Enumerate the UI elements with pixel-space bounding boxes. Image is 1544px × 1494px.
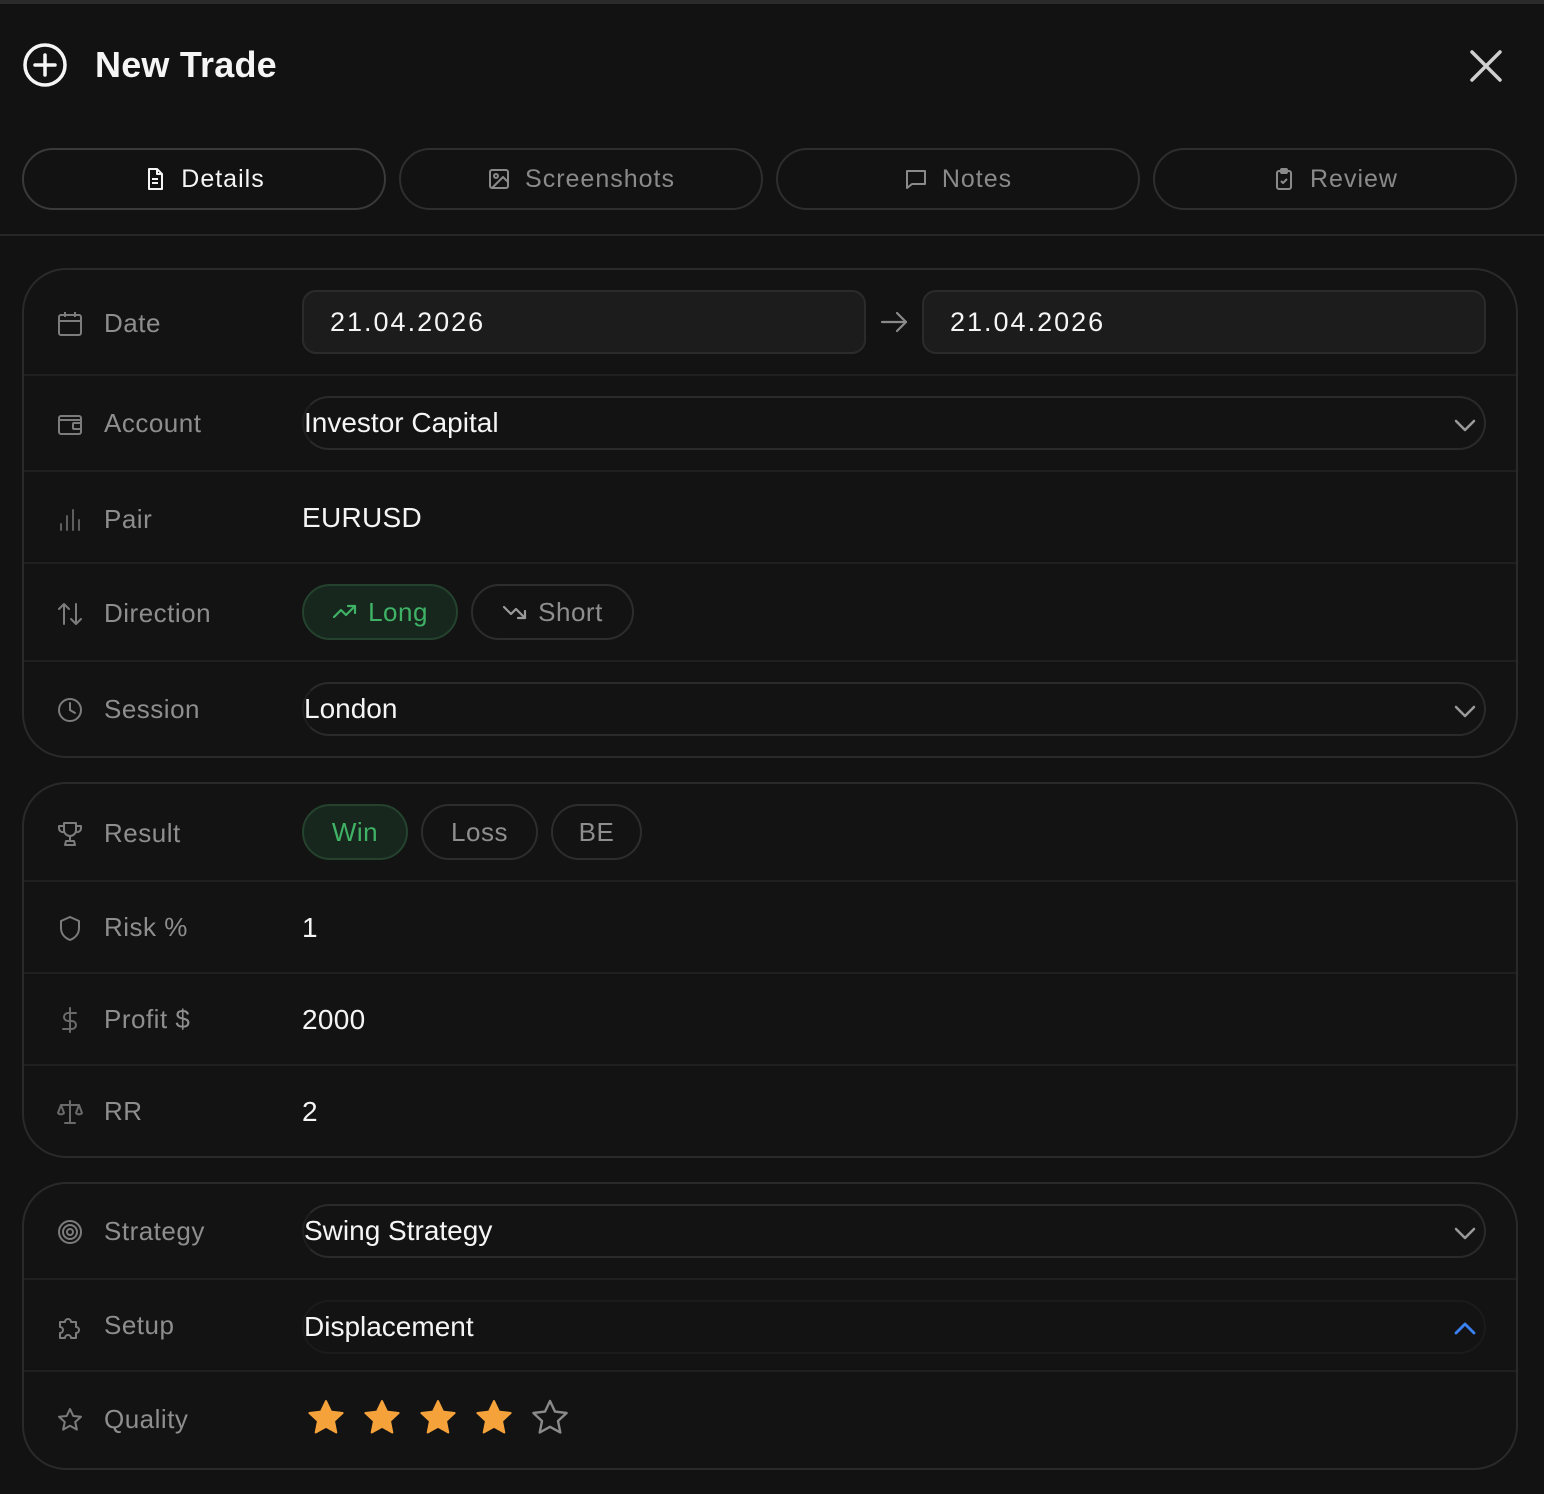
puzzle-icon (59, 1317, 80, 1339)
date-start-input[interactable]: 21.04.2026 (302, 290, 866, 354)
row-risk: Risk % 1 (24, 882, 1516, 974)
trending-down-icon (503, 605, 527, 620)
pair-label: Pair (56, 504, 152, 535)
shield-icon (60, 915, 80, 941)
session-select[interactable]: London (302, 682, 1486, 736)
tab-screenshots[interactable]: Screenshots (399, 148, 763, 210)
direction-short-button[interactable]: Short (471, 584, 634, 640)
session-label: Session (56, 694, 200, 725)
row-setup: Setup Displacement (24, 1280, 1516, 1372)
image-icon (489, 169, 510, 189)
rr-label: RR (56, 1096, 143, 1127)
chevron-down-icon (1454, 419, 1476, 432)
row-pair: Pair EURUSD (24, 472, 1516, 564)
arrows-up-down-icon (58, 602, 82, 625)
setup-label: Setup (56, 1310, 174, 1341)
tab-review[interactable]: Review (1153, 148, 1517, 210)
profit-label: Profit $ (56, 1004, 190, 1035)
bar-chart-icon (60, 508, 80, 531)
chevron-up-icon (1454, 1322, 1476, 1335)
calendar-icon (58, 311, 82, 336)
rr-input[interactable]: 2 (302, 1096, 318, 1128)
clock-icon (58, 697, 82, 722)
trending-up-icon (332, 604, 357, 619)
tab-notes[interactable]: Notes (776, 148, 1140, 210)
risk-input[interactable]: 1 (302, 912, 318, 944)
account-value: Investor Capital (304, 407, 499, 438)
quality-label: Quality (56, 1404, 188, 1435)
star-outline-icon (58, 1407, 82, 1431)
header-divider (0, 234, 1544, 236)
target-icon (58, 1219, 82, 1244)
row-account: Account Investor Capital (24, 376, 1516, 472)
tab-label: Screenshots (525, 164, 675, 193)
result-label: Result (56, 818, 181, 849)
card-trade-strategy: Strategy Swing Strategy Setup Displaceme… (22, 1182, 1518, 1470)
chevron-down-icon (1454, 705, 1476, 718)
account-select[interactable]: Investor Capital (302, 396, 1486, 450)
direction-label: Direction (56, 598, 211, 629)
tab-bar: Details Screenshots Notes Review (22, 148, 1518, 210)
strategy-value: Swing Strategy (304, 1215, 493, 1246)
session-value: London (304, 693, 398, 724)
dialog-header: New Trade (0, 4, 1544, 124)
pair-input[interactable]: EURUSD (302, 502, 422, 534)
clipboard-check-icon (1276, 168, 1292, 190)
trophy-icon (58, 821, 82, 846)
row-quality: Quality (24, 1372, 1516, 1468)
row-profit: Profit $ 2000 (24, 974, 1516, 1066)
strategy-select[interactable]: Swing Strategy (302, 1204, 1486, 1258)
date-label: Date (56, 308, 161, 339)
tab-details[interactable]: Details (22, 148, 386, 210)
dialog-title: New Trade (95, 44, 277, 85)
date-end-input[interactable]: 21.04.2026 (922, 290, 1486, 354)
setup-value: Displacement (304, 1311, 474, 1342)
row-date: Date 21.04.2026 21.04.2026 (24, 270, 1516, 376)
card-trade-basics: Date 21.04.2026 21.04.2026 Account Inves… (22, 268, 1518, 758)
wallet-icon (58, 414, 82, 435)
result-be-button[interactable]: BE (551, 804, 642, 860)
tab-label: Review (1310, 164, 1398, 193)
account-label: Account (56, 408, 201, 439)
star-filled-icon[interactable] (418, 1398, 458, 1438)
arrow-right-icon (880, 311, 908, 333)
tab-label: Notes (941, 164, 1013, 193)
star-filled-icon[interactable] (362, 1398, 402, 1438)
row-result: Result Win Loss BE (24, 784, 1516, 882)
row-rr: RR 2 (24, 1066, 1516, 1156)
card-trade-result: Result Win Loss BE Risk % 1 Profit $ 200… (22, 782, 1518, 1158)
document-icon (148, 168, 164, 190)
row-strategy: Strategy Swing Strategy (24, 1184, 1516, 1280)
result-loss-button[interactable]: Loss (421, 804, 538, 860)
direction-long-button[interactable]: Long (302, 584, 458, 640)
row-session: Session London (24, 662, 1516, 756)
strategy-label: Strategy (56, 1216, 205, 1247)
star-filled-icon[interactable] (306, 1398, 346, 1438)
result-win-button[interactable]: Win (302, 804, 408, 860)
risk-label: Risk % (56, 912, 188, 943)
row-direction: Direction Long Short (24, 564, 1516, 662)
dollar-icon (62, 1006, 77, 1033)
star-empty-icon[interactable] (530, 1398, 570, 1438)
close-icon[interactable] (1466, 46, 1506, 86)
tab-label: Details (181, 164, 265, 193)
chevron-down-icon (1454, 1227, 1476, 1240)
profit-input[interactable]: 2000 (302, 1004, 366, 1036)
setup-select[interactable]: Displacement (302, 1300, 1486, 1354)
scale-icon (57, 1099, 83, 1124)
plus-circle-icon (23, 43, 67, 87)
star-filled-icon[interactable] (474, 1398, 514, 1438)
message-icon (905, 170, 926, 189)
quality-rating (306, 1398, 570, 1438)
